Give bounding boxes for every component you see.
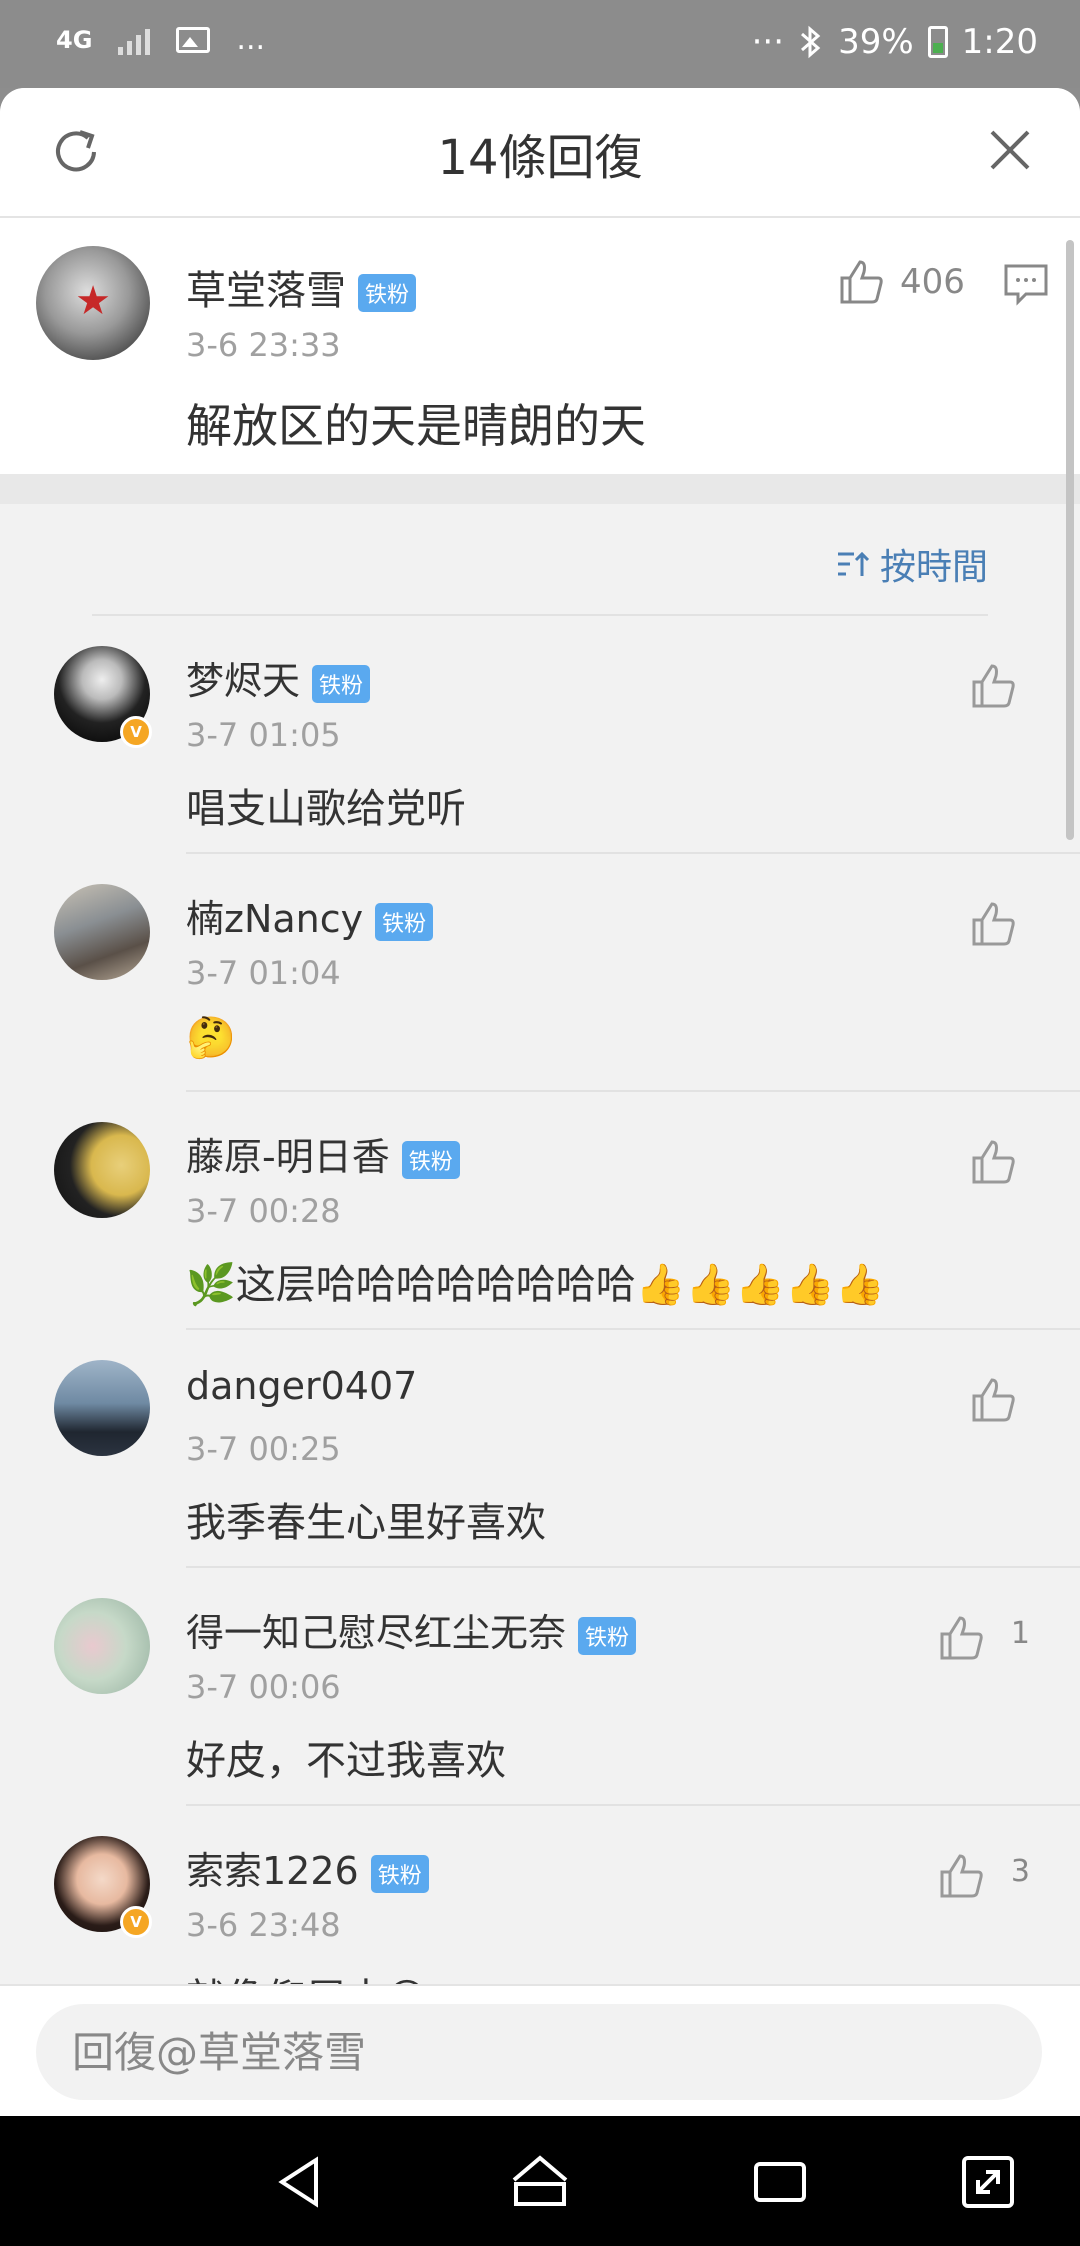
comment-text: 🤔 (186, 1015, 236, 1061)
verified-badge-icon: V (120, 716, 152, 748)
list-item[interactable]: V 梦烬天 铁粉 3-7 01:05 唱支山歌给党听 (0, 616, 1080, 854)
sort-bar: 按時間 (92, 504, 988, 616)
avatar[interactable] (54, 884, 150, 980)
notification-overflow: ... (236, 22, 266, 57)
username[interactable]: 梦烬天 铁粉 (186, 650, 371, 705)
fan-badge: 铁粉 (578, 1616, 637, 1655)
expand-icon[interactable] (956, 2150, 1020, 2214)
comment-time: 3-7 01:05 (186, 716, 341, 754)
username[interactable]: 楠zNancy 铁粉 (186, 888, 434, 943)
navigation-bar (0, 2116, 1080, 2246)
list-item[interactable]: 得一知己慰尽红尘无奈 铁粉 3-7 00:06 好皮，不过我喜欢 1 (0, 1568, 1080, 1806)
sheet-header: 14條回復 (0, 88, 1080, 218)
fan-badge: 铁粉 (401, 1140, 460, 1179)
status-bar: 4G ... ··· 39% 1:20 (0, 0, 1080, 88)
username[interactable]: 索索1226 铁粉 (186, 1840, 429, 1895)
fan-badge: 铁粉 (375, 902, 434, 941)
comment-time: 3-6 23:48 (186, 1906, 341, 1944)
username[interactable]: danger0407 (186, 1364, 417, 1408)
comment-time: 3-7 00:25 (186, 1430, 341, 1468)
comment-text: 解放区的天是晴朗的天 (186, 399, 646, 453)
original-comment: ★ 草堂落雪 铁粉 3-6 23:33 解放区的天是晴朗的天 406 (0, 218, 1080, 474)
gallery-icon (176, 26, 211, 53)
thumbs-up-icon[interactable] (936, 1612, 988, 1664)
like-count: 1 (1010, 1616, 1030, 1651)
clock: 1:20 (961, 22, 1038, 62)
verified-badge-icon: V (120, 1906, 152, 1938)
sort-label: 按時間 (879, 547, 988, 588)
comment-text: 唱支山歌给党听 (186, 786, 466, 832)
close-icon[interactable] (982, 122, 1038, 178)
list-item[interactable]: 楠zNancy 铁粉 3-7 01:04 🤔 (0, 854, 1080, 1092)
thumbs-up-icon[interactable] (968, 898, 1020, 950)
thumbs-up-icon[interactable] (968, 1374, 1020, 1426)
username[interactable]: 草堂落雪 铁粉 (186, 258, 417, 316)
username[interactable]: 得一知己慰尽红尘无奈 铁粉 (186, 1602, 637, 1657)
sheet-title: 14條回復 (437, 130, 643, 186)
list-item[interactable]: 藤原-明日香 铁粉 3-7 00:28 🌿这层哈哈哈哈哈哈哈哈👍👍👍👍👍 (0, 1092, 1080, 1330)
comment-time: 3-7 01:04 (186, 954, 341, 992)
reply-bar (0, 1984, 1080, 2116)
avatar[interactable] (54, 1360, 150, 1456)
star-icon: ★ (75, 278, 111, 324)
avatar[interactable]: ★ (36, 246, 150, 360)
sort-icon (837, 551, 870, 576)
list-item[interactable]: danger0407 3-7 00:25 我季春生心里好喜欢 (0, 1330, 1080, 1568)
comment-time: 3-7 00:06 (186, 1668, 341, 1706)
section-divider (0, 474, 1080, 504)
fan-badge: 铁粉 (358, 274, 417, 312)
sort-button[interactable]: 按時間 (834, 538, 988, 590)
battery-percent: 39% (838, 22, 914, 62)
back-icon[interactable] (268, 2150, 332, 2214)
thumbs-up-icon[interactable] (836, 256, 888, 308)
fan-badge: 铁粉 (370, 1854, 429, 1893)
thumbs-up-icon[interactable] (968, 1136, 1020, 1188)
home-icon[interactable] (508, 2150, 572, 2214)
battery-icon (927, 26, 948, 58)
like-count: 406 (900, 262, 965, 302)
comment-text: 我季春生心里好喜欢 (186, 1500, 546, 1546)
comment-time: 3-7 00:28 (186, 1192, 341, 1230)
avatar[interactable] (54, 1122, 150, 1218)
avatar[interactable] (54, 1598, 150, 1694)
thumbs-up-icon[interactable] (936, 1850, 988, 1902)
like-count: 3 (1010, 1854, 1030, 1889)
network-type: 4G (56, 25, 93, 54)
comment-text: 🌿这层哈哈哈哈哈哈哈哈👍👍👍👍👍 (186, 1262, 885, 1308)
thumbs-up-icon[interactable] (968, 660, 1020, 712)
comment-text: 好皮，不过我喜欢 (186, 1738, 506, 1784)
username[interactable]: 藤原-明日香 铁粉 (186, 1126, 460, 1181)
recent-apps-icon[interactable] (748, 2150, 812, 2214)
comment-icon[interactable] (1000, 258, 1052, 310)
comment-time: 3-6 23:33 (186, 326, 341, 364)
fan-badge: 铁粉 (312, 664, 371, 703)
scrollbar[interactable] (1066, 240, 1074, 840)
replies-sheet: 14條回復 ★ 草堂落雪 铁粉 3-6 23:33 解放区的天是晴朗的天 406 … (0, 88, 1080, 2116)
bluetooth-icon (801, 25, 821, 59)
signal-icon (118, 25, 151, 55)
status-overflow: ··· (751, 22, 785, 62)
reply-input[interactable] (36, 2004, 1042, 2100)
